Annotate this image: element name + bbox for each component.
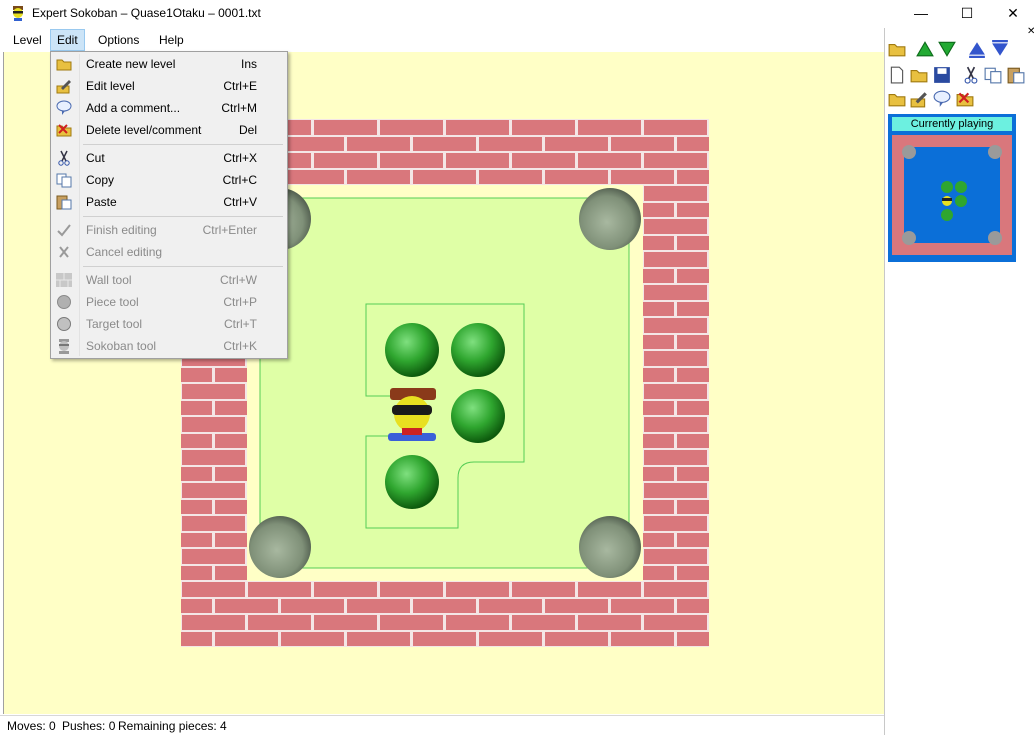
close-button[interactable]: ✕ xyxy=(990,0,1036,26)
cross-icon xyxy=(59,246,69,258)
paste-icon xyxy=(56,195,72,210)
paste-tb-icon[interactable] xyxy=(1007,66,1025,84)
comment-icon[interactable] xyxy=(933,90,951,108)
wall-icon xyxy=(56,273,72,287)
status-bar: Moves: 0 Pushes: 0 Remaining pieces: 4 xyxy=(0,715,884,736)
menu-options[interactable]: Options xyxy=(92,30,145,50)
toolbar-row-2 xyxy=(885,64,1025,86)
edit-level-icon[interactable] xyxy=(910,90,928,108)
toolbar-row-1 xyxy=(885,38,1025,60)
piece-icon xyxy=(57,295,71,309)
menu-level[interactable]: Level xyxy=(7,30,48,50)
delete-folder-icon xyxy=(56,124,72,137)
open-file-icon[interactable] xyxy=(910,66,928,84)
currently-playing-label: Currently playing xyxy=(892,117,1012,131)
menu-bar: Level Edit Options Help xyxy=(0,28,884,51)
menu-item-delete-level[interactable]: Delete level/comment Del xyxy=(51,119,287,141)
scissors-icon xyxy=(58,150,70,166)
up-arrow-icon[interactable] xyxy=(916,40,934,58)
target-hole xyxy=(579,516,641,578)
comment-balloon-icon xyxy=(56,100,72,115)
menu-item-create-new-level[interactable]: Create new level Ins xyxy=(51,53,287,75)
down-arrow-icon[interactable] xyxy=(938,40,956,58)
menu-item-add-comment[interactable]: Add a comment... Ctrl+M xyxy=(51,97,287,119)
menu-item-edit-level[interactable]: Edit level Ctrl+E xyxy=(51,75,287,97)
new-file-icon[interactable] xyxy=(888,66,906,84)
menu-item-finish-editing: Finish editing Ctrl+Enter xyxy=(51,219,287,241)
green-piece[interactable] xyxy=(451,389,505,443)
menu-item-copy[interactable]: Copy Ctrl+C xyxy=(51,169,287,191)
side-panel: ✕ Currently playing xyxy=(884,26,1036,735)
level-preview[interactable]: Currently playing xyxy=(888,114,1016,262)
maximize-button[interactable]: ☐ xyxy=(944,0,990,26)
edit-pencil-icon xyxy=(56,80,71,94)
first-level-icon[interactable] xyxy=(968,40,986,58)
panel-close-icon[interactable]: ✕ xyxy=(1027,26,1035,37)
remaining-pieces: Remaining pieces: 4 xyxy=(118,719,227,733)
checkmark-icon xyxy=(57,224,71,237)
moves-count: Moves: 0 xyxy=(7,719,56,733)
menu-item-wall-tool: Wall tool Ctrl+W xyxy=(51,269,287,291)
cut-icon[interactable] xyxy=(962,66,980,84)
copy-tb-icon[interactable] xyxy=(984,66,1002,84)
menu-help[interactable]: Help xyxy=(153,30,190,50)
title-bar: Expert Sokoban – Quase1Otaku – 0001.txt … xyxy=(0,0,1036,26)
sokoban-app-icon xyxy=(13,6,23,21)
open-folder-icon[interactable] xyxy=(888,40,906,58)
sokoban-icon xyxy=(59,339,69,354)
target-icon xyxy=(57,317,71,331)
target-hole xyxy=(579,188,641,250)
menu-item-paste[interactable]: Paste Ctrl+V xyxy=(51,191,287,213)
delete-level-icon[interactable] xyxy=(956,90,974,108)
green-piece[interactable] xyxy=(385,455,439,509)
target-hole xyxy=(249,516,311,578)
copy-icon xyxy=(56,173,72,188)
menu-edit[interactable]: Edit xyxy=(50,29,85,51)
menu-item-cancel-editing: Cancel editing xyxy=(51,241,287,263)
edit-menu-dropdown: Create new level Ins Edit level Ctrl+E Add… xyxy=(50,51,288,359)
save-icon[interactable] xyxy=(933,66,951,84)
minimize-button[interactable]: — xyxy=(898,0,944,26)
last-level-icon[interactable] xyxy=(991,40,1009,58)
menu-item-target-tool: Target tool Ctrl+T xyxy=(51,313,287,335)
menu-item-piece-tool: Piece tool Ctrl+P xyxy=(51,291,287,313)
new-level-icon[interactable] xyxy=(888,90,906,108)
toolbar-row-3 xyxy=(885,88,1025,110)
new-folder-icon xyxy=(56,59,72,71)
sokoban-player[interactable] xyxy=(388,388,436,441)
menu-item-sokoban-tool: Sokoban tool Ctrl+K xyxy=(51,335,287,357)
menu-item-cut[interactable]: Cut Ctrl+X xyxy=(51,147,287,169)
green-piece[interactable] xyxy=(451,323,505,377)
green-piece[interactable] xyxy=(385,323,439,377)
window-title: Expert Sokoban – Quase1Otaku – 0001.txt xyxy=(32,6,261,20)
preview-board xyxy=(892,135,1012,255)
pushes-count: Pushes: 0 xyxy=(62,719,116,733)
